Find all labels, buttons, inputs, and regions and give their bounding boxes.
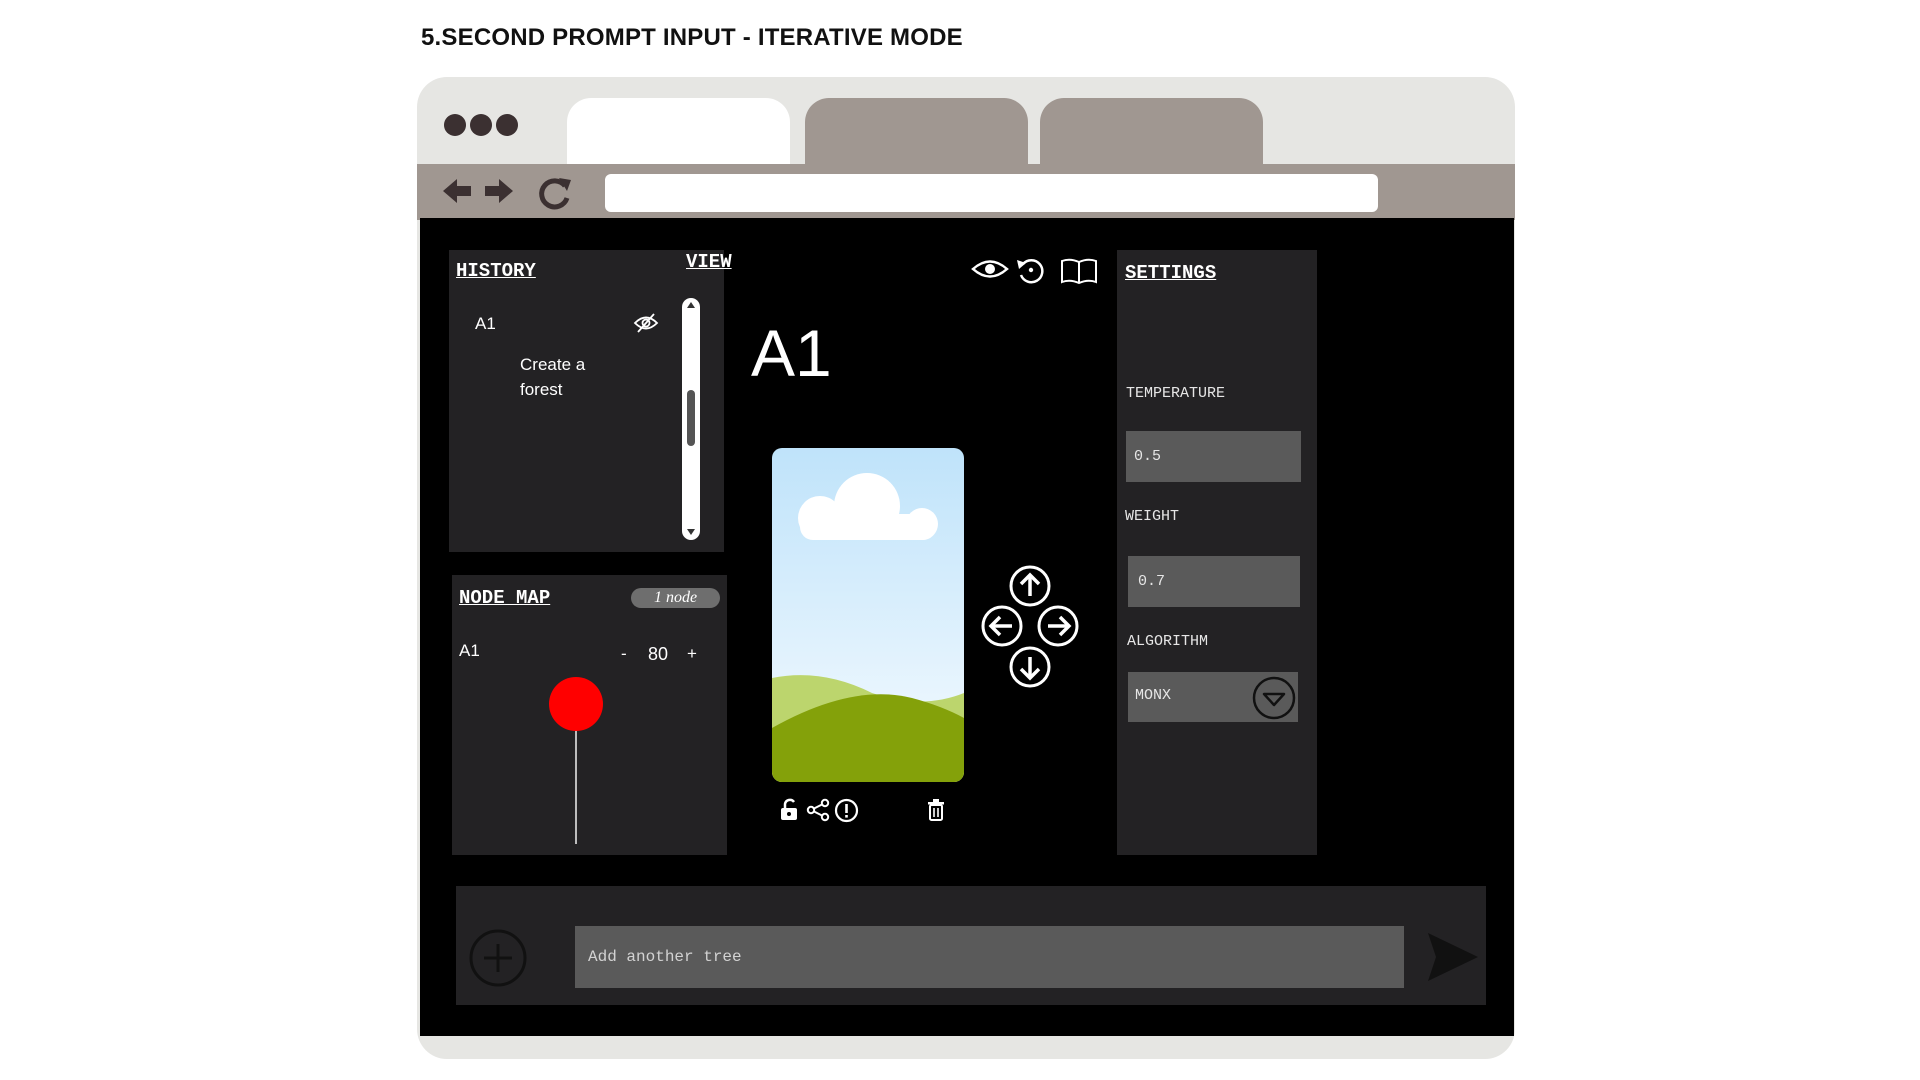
- settings-panel: SETTINGS TEMPERATURE 0.5 WEIGHT 0.7 ALGO…: [1117, 250, 1317, 855]
- arrow-right-icon[interactable]: [1036, 604, 1080, 648]
- send-icon[interactable]: [1426, 931, 1480, 983]
- view-title: A1: [751, 316, 832, 390]
- history-heading: HISTORY: [456, 260, 536, 282]
- zoom-in-button[interactable]: +: [687, 644, 697, 664]
- view-heading: VIEW: [686, 251, 732, 273]
- temperature-field[interactable]: 0.5: [1126, 431, 1301, 482]
- history-item-text: Create a: [520, 355, 586, 374]
- forward-arrow-icon[interactable]: [483, 174, 515, 208]
- share-icon[interactable]: [806, 798, 830, 822]
- node-map-panel: NODE MAP 1 node A1 - 80 +: [452, 575, 727, 855]
- algorithm-value: MONX: [1135, 687, 1172, 704]
- history-scrollbar[interactable]: [682, 298, 700, 540]
- trash-icon[interactable]: [925, 798, 947, 822]
- window-dot[interactable]: [470, 114, 492, 136]
- node-map-heading: NODE MAP: [459, 587, 551, 609]
- back-arrow-icon[interactable]: [441, 174, 473, 208]
- page-title: 5.SECOND PROMPT INPUT - ITERATIVE MODE: [421, 24, 963, 51]
- weight-field[interactable]: 0.7: [1128, 556, 1300, 607]
- browser-window: HISTORY A1 Create a forest NODE MAP 1 no…: [417, 77, 1515, 1059]
- zoom-value: 80: [648, 644, 669, 664]
- history-item-id: A1: [475, 314, 496, 333]
- node-graph: [549, 677, 603, 844]
- algorithm-label: ALGORITHM: [1127, 633, 1209, 650]
- arrow-down-icon[interactable]: [1008, 645, 1052, 689]
- browser-tab-active[interactable]: [567, 98, 790, 168]
- unlock-icon[interactable]: [778, 798, 800, 822]
- history-icon[interactable]: [1015, 256, 1045, 284]
- book-icon[interactable]: [1059, 257, 1099, 285]
- scroll-down-icon[interactable]: [687, 529, 695, 535]
- window-dot[interactable]: [496, 114, 518, 136]
- window-dot[interactable]: [444, 114, 466, 136]
- reload-icon[interactable]: [535, 174, 575, 214]
- node-circle: [549, 677, 603, 731]
- scroll-up-icon[interactable]: [687, 302, 695, 308]
- url-bar[interactable]: [605, 174, 1378, 212]
- prompt-input[interactable]: Add another tree: [575, 926, 1404, 988]
- algorithm-select[interactable]: MONX: [1128, 672, 1298, 722]
- history-item[interactable]: A1 Create a forest: [449, 310, 679, 420]
- generated-image[interactable]: [772, 448, 964, 782]
- node-label: A1: [459, 641, 480, 660]
- arrow-left-icon[interactable]: [980, 604, 1024, 648]
- arrow-up-icon[interactable]: [1008, 564, 1052, 608]
- history-item-text: forest: [520, 380, 563, 399]
- zoom-out-button[interactable]: -: [621, 644, 627, 664]
- settings-heading: SETTINGS: [1125, 262, 1217, 284]
- scroll-thumb[interactable]: [687, 390, 695, 446]
- weight-label: WEIGHT: [1125, 508, 1180, 525]
- node-count-badge: 1 node: [631, 588, 720, 608]
- chevron-down-icon[interactable]: [1252, 676, 1296, 720]
- history-panel: HISTORY A1 Create a forest: [449, 250, 724, 552]
- temperature-label: TEMPERATURE: [1126, 385, 1226, 402]
- eye-off-icon[interactable]: [633, 312, 659, 334]
- eye-icon[interactable]: [971, 256, 1009, 282]
- prompt-bar: Add another tree: [456, 886, 1486, 1005]
- alert-icon[interactable]: [834, 798, 859, 823]
- plus-circle-icon[interactable]: [468, 928, 528, 988]
- browser-tab[interactable]: [805, 98, 1028, 168]
- browser-tab[interactable]: [1040, 98, 1263, 168]
- landscape-image: [772, 448, 964, 782]
- app-area: HISTORY A1 Create a forest NODE MAP 1 no…: [420, 218, 1514, 1036]
- browser-navbar: [417, 164, 1515, 220]
